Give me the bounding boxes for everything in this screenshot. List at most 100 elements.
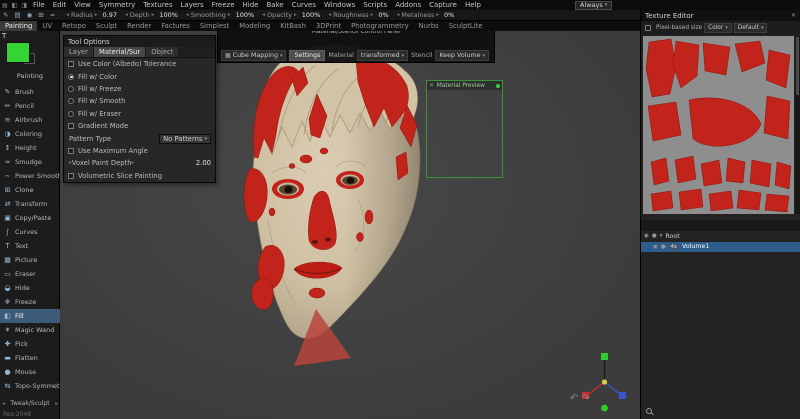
stepper-left-icon[interactable]: ◂ <box>328 12 331 18</box>
tool-item-power-smooth[interactable]: ∼Power Smooth <box>0 169 60 183</box>
tool-item-brush[interactable]: ✎Brush <box>0 85 60 99</box>
tab-photogrammetry[interactable]: Photogrammetry <box>346 21 414 31</box>
stepper-left-icon[interactable]: ◂ <box>66 12 69 18</box>
tab-sculptlite[interactable]: SculptLite <box>444 21 488 31</box>
param-roughness[interactable]: ◂Roughness▸0% <box>328 11 388 19</box>
tab-uv[interactable]: UV <box>37 21 57 31</box>
channel-dropdown[interactable]: Color ▾ <box>704 23 732 33</box>
menu-symmetry[interactable]: Symmetry <box>95 1 139 9</box>
stencil-dropdown[interactable]: Keep Volume ▾ <box>435 50 489 61</box>
tool-item-coloring[interactable]: ◑Coloring <box>0 127 60 141</box>
stepper-right-icon[interactable]: ▸ <box>294 12 297 18</box>
visibility-icon[interactable]: ◉ <box>644 233 649 239</box>
axis-gizmo[interactable] <box>576 349 634 415</box>
tool-item-magic-wand[interactable]: ✶Magic Wand <box>0 323 60 337</box>
render-dot-icon[interactable]: ● <box>661 244 666 250</box>
tool-item-picture[interactable]: ▦Picture <box>0 253 60 267</box>
stepper-right-icon[interactable]: ▸ <box>95 12 98 18</box>
layout-icon[interactable]: ◧ <box>10 2 20 9</box>
rect-stroke-icon[interactable]: ⊞ <box>35 11 46 19</box>
tab-render[interactable]: Render <box>122 21 156 31</box>
material-dropdown[interactable]: transformed ▾ <box>357 50 408 61</box>
visibility-icon[interactable]: ◉ <box>653 244 658 250</box>
tool-item-pencil[interactable]: ✏Pencil <box>0 99 60 113</box>
tab-simplest[interactable]: Simplest <box>195 21 234 31</box>
stepper-right-icon[interactable]: ▸ <box>436 12 439 18</box>
close-icon[interactable]: ✕ <box>791 12 796 19</box>
stepper-right-icon[interactable]: ▸ <box>228 12 231 18</box>
menu-textures[interactable]: Textures <box>139 1 176 9</box>
tool-options-tab-object[interactable]: Object <box>146 47 179 57</box>
option-pattern-type[interactable]: Pattern TypeNo Patterns ▾ <box>64 132 215 144</box>
tool-options-tab-layer[interactable]: Layer <box>64 47 94 57</box>
menu-addons[interactable]: Addons <box>391 1 425 9</box>
menu-file[interactable]: File <box>29 1 49 9</box>
tab-3dprint[interactable]: 3DPrint <box>311 21 346 31</box>
viewport-3d[interactable]: Material/Stencil Control Panel ▦ Cube Ma… <box>60 31 640 419</box>
stepper-right-icon[interactable]: ▸ <box>152 12 155 18</box>
tool-item-copy-paste[interactable]: ▣Copy/Paste <box>0 211 60 225</box>
tool-item-mouse[interactable]: ●Mouse <box>0 365 60 379</box>
tab-modeling[interactable]: Modeling <box>234 21 275 31</box>
current-color-swatch[interactable] <box>6 42 30 63</box>
menu-curves[interactable]: Curves <box>288 1 320 9</box>
mapping-dropdown[interactable]: ▦ Cube Mapping ▾ <box>221 50 286 61</box>
menu-scripts[interactable]: Scripts <box>359 1 391 9</box>
close-icon[interactable]: ✕ <box>429 83 434 89</box>
param-metalness[interactable]: ◂Metalness▸0% <box>397 11 455 19</box>
tool-item-transform[interactable]: ⇄Transform <box>0 197 60 211</box>
tool-item-smudge[interactable]: ≈Smudge <box>0 155 60 169</box>
pixel-based-checkbox[interactable] <box>645 25 651 31</box>
menu-hide[interactable]: Hide <box>239 1 263 9</box>
texture-scrollbar[interactable] <box>795 36 800 214</box>
uv-texture-canvas[interactable] <box>643 36 794 214</box>
stepper-left-icon[interactable]: ◂ <box>397 12 400 18</box>
always-dropdown[interactable]: Always ▾ <box>575 1 612 10</box>
expand-arrow-icon[interactable]: ▾ <box>660 233 663 239</box>
menu-help[interactable]: Help <box>461 1 485 9</box>
next-icon[interactable]: ▸ <box>55 401 58 407</box>
settings-button[interactable]: Settings <box>289 50 325 61</box>
tool-item-clone[interactable]: ⊞Clone <box>0 183 60 197</box>
tree-row-volume[interactable]: ◉ ● 4x Volume1 <box>641 242 800 253</box>
param-smoothing[interactable]: ◂Smoothing▸100% <box>186 11 254 19</box>
stepper-left-icon[interactable]: ◂ <box>186 12 189 18</box>
tree-row-root[interactable]: ◉ ● ▾ Root <box>641 231 800 242</box>
tool-item-flatten[interactable]: ▬Flatten <box>0 351 60 365</box>
tab-factures[interactable]: Factures <box>156 21 195 31</box>
spline-stroke-icon[interactable]: ≈ <box>47 11 58 19</box>
tab-nurbs[interactable]: Nurbs <box>414 21 444 31</box>
prev-icon[interactable]: ◂ <box>2 401 5 407</box>
lasso-icon[interactable]: ◉ <box>24 11 36 19</box>
param-radius[interactable]: ◂Radius▸0.97 <box>66 11 117 19</box>
redo-icon[interactable]: ↷ <box>581 393 589 404</box>
stepper-right-icon[interactable]: ▸ <box>371 12 374 18</box>
app-logo-icon[interactable]: ▤ <box>0 2 10 9</box>
menu-freeze[interactable]: Freeze <box>208 1 239 9</box>
color-mode-label[interactable]: T <box>2 32 6 40</box>
tool-item-pick[interactable]: ✚Pick <box>0 337 60 351</box>
stroke-mode-icon[interactable]: ▤ <box>11 11 23 19</box>
tool-options-tab-material-sur[interactable]: Material/Sur <box>94 47 146 57</box>
menu-edit[interactable]: Edit <box>49 1 71 9</box>
tool-item-height[interactable]: ↕Height <box>0 141 60 155</box>
param-opacity[interactable]: ◂Opacity▸100% <box>262 11 320 19</box>
stepper-left-icon[interactable]: ◂ <box>262 12 265 18</box>
tab-sculpt[interactable]: Sculpt <box>91 21 122 31</box>
option-volumetric-slice-painting[interactable]: Volumetric Slice Painting <box>64 170 215 182</box>
param-depth[interactable]: ◂Depth▸100% <box>125 11 178 19</box>
tool-item-text[interactable]: TText <box>0 239 60 253</box>
material-preview-window[interactable]: ✕ Material Preview <box>426 80 503 178</box>
menu-bake[interactable]: Bake <box>262 1 287 9</box>
option-fill-w-smooth[interactable]: Fill w/ Smooth <box>64 95 215 107</box>
zoom-icon[interactable] <box>646 408 652 414</box>
undo-icon[interactable]: ↶ <box>570 393 578 404</box>
option-fill-w-eraser[interactable]: Fill w/ Eraser <box>64 108 215 120</box>
render-dot-icon[interactable]: ● <box>652 233 657 239</box>
option-fill-w-color[interactable]: Fill w/ Color <box>64 70 215 82</box>
option-voxel-paint-depth[interactable]: ◂Voxel Paint Depth▸2.00 <box>64 157 215 169</box>
tool-item-curves[interactable]: ∫Curves <box>0 225 60 239</box>
option-use-maximum-angle[interactable]: Use Maximum Angle <box>64 145 215 157</box>
tab-kitbash[interactable]: KitBash <box>275 21 311 31</box>
tool-item-fill[interactable]: ◧Fill <box>0 309 60 323</box>
